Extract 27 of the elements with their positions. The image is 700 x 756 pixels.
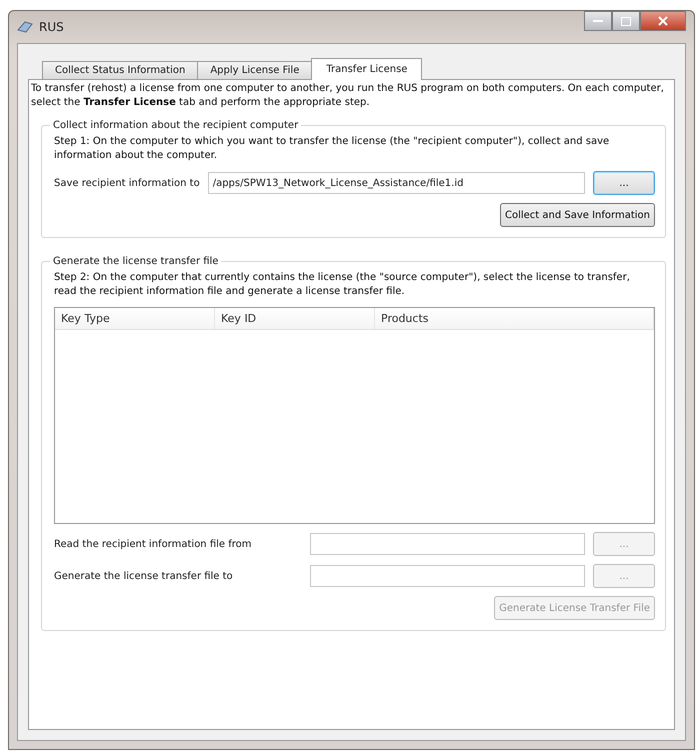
- column-header[interactable]: Key ID: [215, 308, 375, 329]
- step-text: Step 2: On the computer that currently contains the license (the "source computer"), select the license to transfer, read the recipient information file and generate a license transfer file.: [54, 271, 631, 299]
- maximize-icon: [621, 16, 631, 26]
- column-header[interactable]: Products: [375, 308, 654, 329]
- step-text: Step 1: On the computer to which you want to transfer the license (the "recipient computer"), collect and save information about the computer.: [54, 135, 610, 163]
- output-path-field[interactable]: [310, 565, 585, 587]
- browse-button[interactable]: ...: [593, 171, 655, 195]
- maximize-button[interactable]: [612, 11, 640, 31]
- tab[interactable]: Apply License File: [197, 61, 312, 79]
- group-title: Collect information about the recipient computer: [52, 120, 300, 131]
- minimize-icon: [593, 19, 603, 23]
- field-label: Save recipient information to: [54, 178, 200, 188]
- intro-text: To transfer (rehost) a license from one computer to another, you run the RUS program on both computers. On each computer, select the Transfer License tab and perform the appropriate step.: [31, 82, 665, 110]
- minimize-button[interactable]: [584, 11, 612, 31]
- field-label: Read the recipient information file from: [54, 538, 253, 550]
- collect-button[interactable]: Collect and Save Information: [500, 203, 655, 227]
- close-button[interactable]: [640, 11, 686, 31]
- column-header[interactable]: Key Type: [55, 308, 215, 329]
- tab[interactable]: Transfer License: [311, 58, 422, 80]
- app-icon: [17, 20, 33, 34]
- read-path-field[interactable]: [310, 533, 585, 555]
- window-title: RUS: [39, 20, 64, 34]
- save-path-field[interactable]: /apps/SPW13_Network_License_Assistance/file1.id: [208, 172, 585, 194]
- close-icon: [658, 16, 668, 26]
- tab[interactable]: Collect Status Information: [42, 61, 198, 79]
- field-label: Generate the license transfer file to: [54, 570, 234, 582]
- group-title: Generate the license transfer file: [52, 256, 220, 267]
